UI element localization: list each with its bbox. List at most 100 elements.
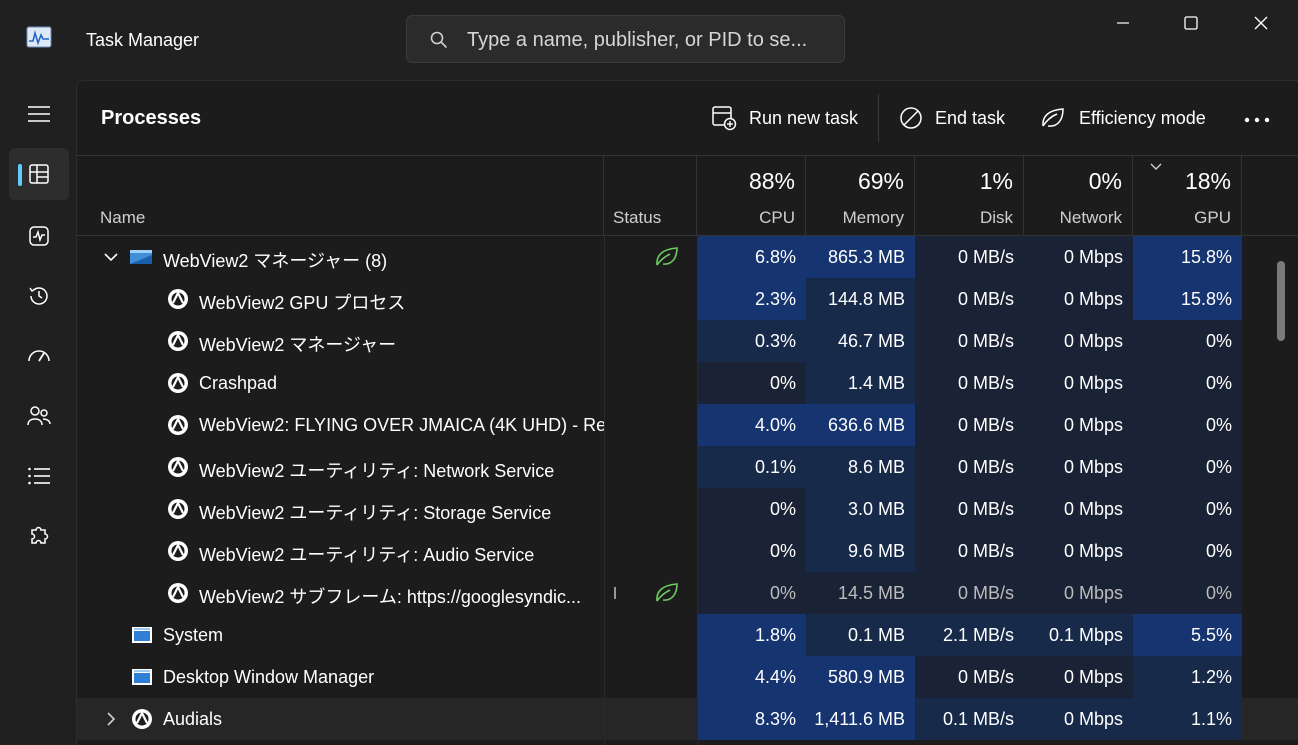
column-header-gpu[interactable]: 18% GPU [1133, 156, 1242, 236]
table-row[interactable]: WebView2 ユーティリティ: Audio Service 0% 9.6 M… [77, 530, 1298, 572]
minimize-button[interactable] [1088, 0, 1158, 46]
table-row[interactable]: WebView2 マネージャー 0.3% 46.7 MB 0 MB/s 0 Mb… [77, 320, 1298, 362]
run-new-task-button[interactable]: Run new task [711, 101, 858, 135]
memory-cell: 9.6 MB [806, 530, 915, 572]
process-name-cell: WebView2 マネージャー (8) [77, 236, 604, 278]
search-icon [430, 31, 447, 48]
left-navigation [0, 80, 76, 745]
column-header-network[interactable]: 0% Network [1024, 156, 1133, 236]
processes-icon [29, 164, 49, 184]
cpu-cell: 4.0% [697, 404, 806, 446]
table-row[interactable]: Audials 8.3% 1,411.6 MB 0.1 MB/s 0 Mbps … [77, 698, 1298, 740]
title-bar: Task Manager [0, 0, 1298, 80]
toolbar-separator [878, 94, 879, 142]
cpu-cell: 2.3% [697, 278, 806, 320]
performance-icon [29, 226, 49, 246]
run-new-task-label: Run new task [749, 107, 859, 128]
memory-cell: 46.7 MB [806, 320, 915, 362]
chevron-right-icon[interactable] [103, 711, 119, 727]
process-name: WebView2 マネージャー [199, 335, 397, 355]
process-name: System [163, 625, 224, 645]
table-row[interactable]: Desktop Window Manager 4.4% 580.9 MB 0 M… [77, 656, 1298, 698]
webview2-window-icon [130, 250, 152, 264]
process-name-cell: WebView2 サブフレーム: https://googlesyndic... [77, 572, 604, 614]
webview2-process-icon [168, 289, 188, 309]
process-name-cell: Desktop Window Manager [77, 656, 604, 698]
cpu-cell: 6.8% [697, 236, 806, 278]
column-header-disk[interactable]: 1% Disk [915, 156, 1024, 236]
network-column-label: Network [1059, 208, 1122, 227]
table-row[interactable]: WebView2 ユーティリティ: Storage Service 0% 3.0… [77, 488, 1298, 530]
gpu-cell: 0% [1133, 446, 1242, 488]
memory-cell: 14.5 MB [806, 572, 915, 614]
status-cell [604, 656, 697, 698]
column-header-memory[interactable]: 69% Memory [806, 156, 915, 236]
disk-cell: 0 MB/s [915, 656, 1024, 698]
efficiency-mode-leaf-icon [656, 583, 678, 602]
webview2-process-icon [168, 583, 188, 603]
process-table: Name Status 88% CPU 69% Memory 1% Disk 0… [77, 156, 1298, 745]
process-name-cell: WebView2: FLYING OVER JMAICA (4K UHD) - … [77, 404, 604, 446]
users-icon [27, 406, 51, 426]
vertical-scrollbar-thumb[interactable] [1277, 261, 1285, 341]
disk-cell: 0.1 MB/s [915, 698, 1024, 740]
efficiency-mode-leaf-icon [656, 247, 678, 266]
nav-services[interactable] [9, 510, 69, 562]
disk-cell: 0 MB/s [915, 530, 1024, 572]
table-row[interactable]: WebView2: FLYING OVER JMAICA (4K UHD) - … [77, 404, 1298, 446]
webview2-process-icon [168, 541, 188, 561]
table-row[interactable]: WebView2 マネージャー (8) 6.8% 865.3 MB 0 MB/s… [77, 236, 1298, 278]
memory-cell: 8.6 MB [806, 446, 915, 488]
gpu-cell: 5.5% [1133, 614, 1242, 656]
search-box[interactable] [406, 15, 845, 63]
more-options-icon [1244, 117, 1270, 123]
app-title: Task Manager [86, 30, 200, 50]
cpu-cell: 0.1% [697, 446, 806, 488]
table-row[interactable]: WebView2 サブフレーム: https://googlesyndic...… [77, 572, 1298, 614]
nav-performance[interactable] [9, 210, 69, 262]
close-icon [1254, 16, 1268, 30]
process-name-cell: Crashpad [77, 362, 604, 404]
close-button[interactable] [1226, 0, 1296, 46]
status-cell [604, 404, 697, 446]
table-row[interactable]: Crashpad 0% 1.4 MB 0 MB/s 0 Mbps 0% [77, 362, 1298, 404]
table-row[interactable]: WebView2 GPU プロセス 2.3% 144.8 MB 0 MB/s 0… [77, 278, 1298, 320]
more-options-button[interactable] [1243, 103, 1271, 137]
memory-cell: 865.3 MB [806, 236, 915, 278]
nav-startup-apps[interactable] [9, 330, 69, 382]
nav-details[interactable] [9, 450, 69, 502]
table-row[interactable]: System 1.8% 0.1 MB 2.1 MB/s 0.1 Mbps 5.5… [77, 614, 1298, 656]
efficiency-mode-button[interactable]: Efficiency mode [1039, 101, 1206, 135]
column-header-name[interactable]: Name [77, 156, 604, 236]
end-task-icon [900, 107, 922, 129]
gpu-cell: 0% [1133, 320, 1242, 362]
status-column-label: Status [613, 208, 662, 227]
status-cell [604, 446, 697, 488]
search-input[interactable] [467, 26, 837, 54]
process-name-cell: WebView2 ユーティリティ: Network Service [77, 446, 604, 488]
nav-users[interactable] [9, 390, 69, 442]
chevron-down-icon[interactable] [103, 249, 119, 265]
nav-processes[interactable] [9, 148, 69, 200]
dwm-window-icon [132, 669, 152, 685]
speedometer-icon [28, 350, 50, 362]
cpu-cell: 0% [697, 572, 806, 614]
disk-cell: 2.1 MB/s [915, 614, 1024, 656]
suspended-pause-icon [614, 587, 616, 599]
end-task-button[interactable]: End task [899, 101, 1005, 135]
memory-cell: 1.4 MB [806, 362, 915, 404]
disk-cell: 0 MB/s [915, 572, 1024, 614]
gpu-cell: 0% [1133, 572, 1242, 614]
network-cell: 0 Mbps [1024, 446, 1133, 488]
column-header-status[interactable]: Status [604, 156, 697, 236]
hamburger-menu-button[interactable] [9, 88, 69, 140]
nav-app-history[interactable] [9, 270, 69, 322]
column-header-cpu[interactable]: 88% CPU [697, 156, 806, 236]
gpu-cell: 15.8% [1133, 236, 1242, 278]
table-row[interactable]: WebView2 ユーティリティ: Network Service 0.1% 8… [77, 446, 1298, 488]
process-name: WebView2 ユーティリティ: Storage Service [199, 503, 552, 523]
network-cell: 0.1 Mbps [1024, 614, 1133, 656]
disk-cell: 0 MB/s [915, 488, 1024, 530]
network-total-percent: 0% [1088, 168, 1122, 194]
maximize-button[interactable] [1156, 0, 1226, 46]
